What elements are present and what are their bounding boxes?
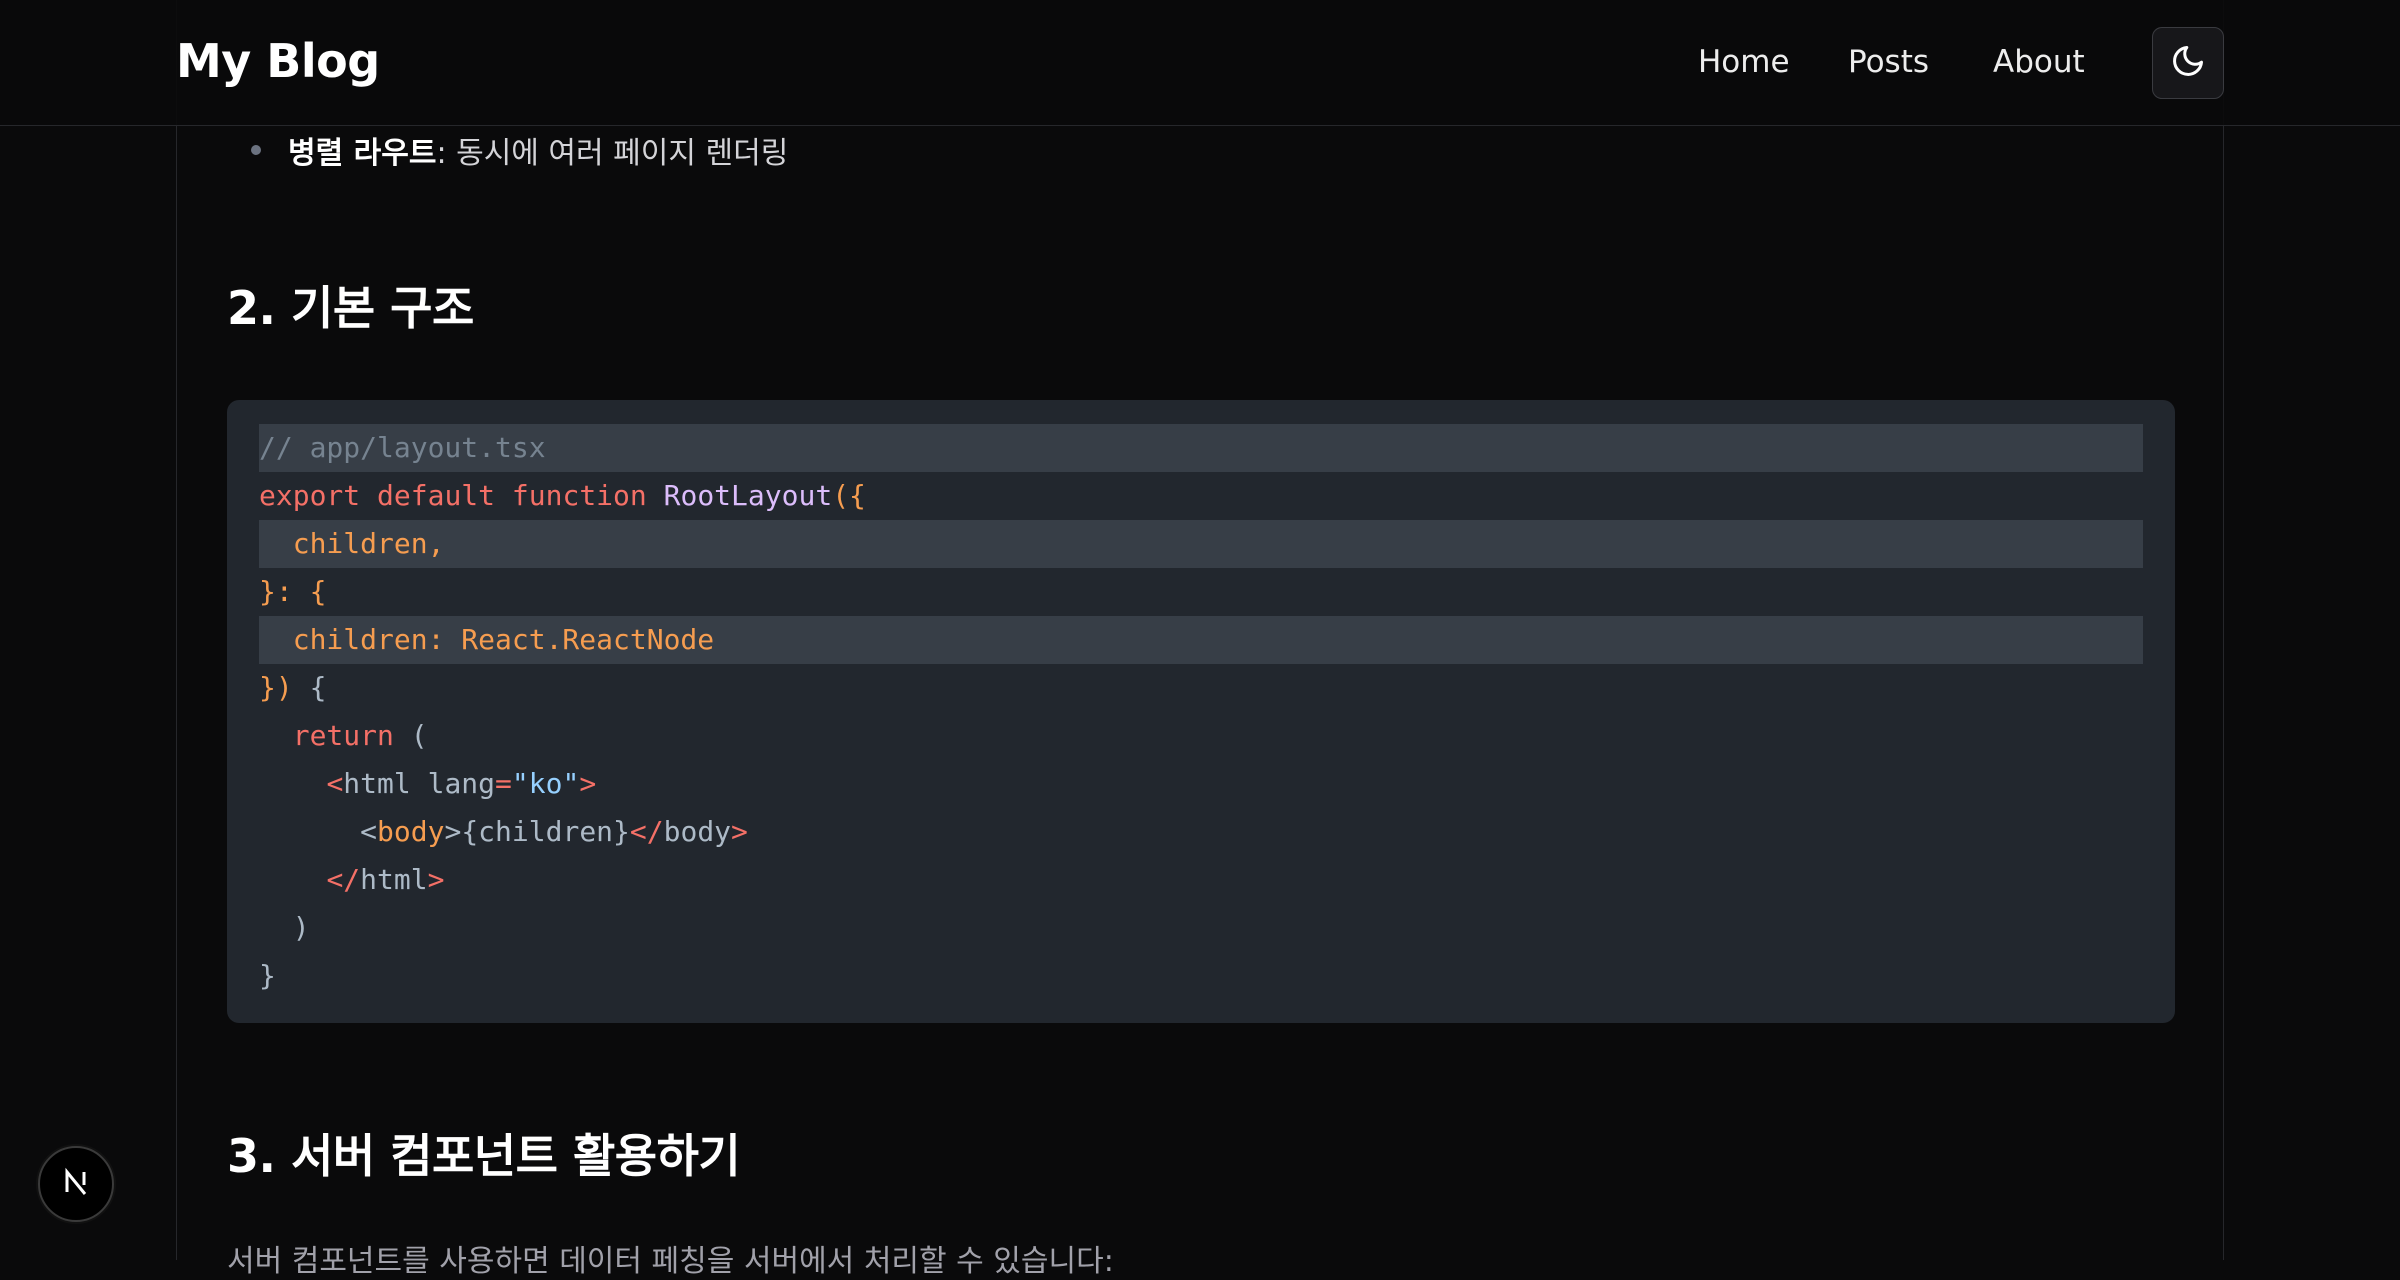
- code-param: children: React.ReactNode: [259, 623, 715, 656]
- code-line: }) {: [259, 664, 2143, 712]
- code-function-name: RootLayout: [663, 479, 833, 512]
- nav-link-about[interactable]: About: [1993, 44, 2085, 80]
- code-punctuation: ({: [832, 479, 866, 512]
- nav-link-posts[interactable]: Posts: [1848, 44, 1929, 80]
- code-punctuation: ): [259, 911, 310, 944]
- code-comment: // app/layout.tsx: [259, 431, 546, 464]
- code-line: children,: [259, 520, 2143, 568]
- code-line: </html>: [259, 856, 2143, 904]
- code-tag-name: html: [343, 767, 411, 800]
- code-block[interactable]: // app/layout.tsx export default functio…: [227, 400, 2175, 1023]
- code-tag-bracket: </: [629, 815, 664, 848]
- code-tag-name: html: [360, 863, 428, 896]
- code-tag-name: body: [663, 815, 732, 848]
- code-keyword: export: [259, 479, 361, 512]
- code-keyword: default: [377, 479, 496, 512]
- theme-toggle-button[interactable]: [2152, 27, 2224, 99]
- code-line: <html lang="ko">: [259, 760, 2143, 808]
- code-operator: =: [495, 767, 512, 800]
- code-line: children: React.ReactNode: [259, 616, 2143, 664]
- code-expression: {children}: [461, 815, 630, 848]
- bullet-dot: [251, 145, 261, 155]
- paragraph-text: 서버 컴포넌트를 사용하면 데이터 페칭을 서버에서 처리할 수 있습니다:: [227, 1244, 1114, 1279]
- section-heading-basic-structure: 2. 기본 구조: [227, 281, 474, 335]
- code-param: children,: [259, 527, 445, 560]
- site-logo[interactable]: My Blog: [176, 34, 380, 88]
- nextjs-dev-indicator[interactable]: [38, 1146, 114, 1222]
- bullet-text: : 동시에 여러 페이지 렌더링: [436, 136, 789, 171]
- code-keyword: function: [511, 479, 647, 512]
- code-tag-bracket: >: [427, 863, 445, 896]
- code-line: }: [259, 952, 2143, 1000]
- code-line: // app/layout.tsx: [259, 424, 2143, 472]
- code-punctuation: }): [259, 671, 293, 704]
- code-punctuation: {: [292, 671, 327, 704]
- code-tag-bracket: >: [731, 815, 748, 848]
- list-item: 병렬 라우트 : 동시에 여러 페이지 렌더링: [251, 128, 788, 172]
- code-string: "ko": [511, 767, 580, 800]
- code-tag-bracket: <: [326, 767, 344, 800]
- code-tag-bracket: >: [444, 815, 462, 848]
- nextjs-logo-icon: [59, 1165, 93, 1203]
- code-line: }: {: [259, 568, 2143, 616]
- code-line: return (: [259, 712, 2143, 760]
- code-tag-bracket: >: [579, 767, 597, 800]
- code-attr-name: lang: [410, 767, 496, 800]
- code-punctuation: }: {: [259, 575, 327, 608]
- code-line: ): [259, 904, 2143, 952]
- code-tag-bracket: </: [326, 863, 361, 896]
- code-keyword: return: [292, 719, 394, 752]
- code-punctuation: (: [393, 719, 428, 752]
- site-header: My Blog Home Posts About: [0, 0, 2400, 126]
- bullet-strong-text: 병렬 라우트: [288, 136, 437, 171]
- code-line: export default function RootLayout({: [259, 472, 2143, 520]
- code-punctuation: }: [259, 959, 276, 992]
- nav-link-home[interactable]: Home: [1698, 44, 1790, 80]
- section-heading-server-components: 3. 서버 컴포넌트 활용하기: [227, 1129, 741, 1183]
- code-tag-bracket: <: [360, 815, 378, 848]
- code-tag-name: body: [377, 815, 445, 848]
- moon-icon: [2170, 43, 2206, 83]
- code-line: <body>{children}</body>: [259, 808, 2143, 856]
- article-container: 병렬 라우트 : 동시에 여러 페이지 렌더링 2. 기본 구조 // app/…: [176, 0, 2224, 1279]
